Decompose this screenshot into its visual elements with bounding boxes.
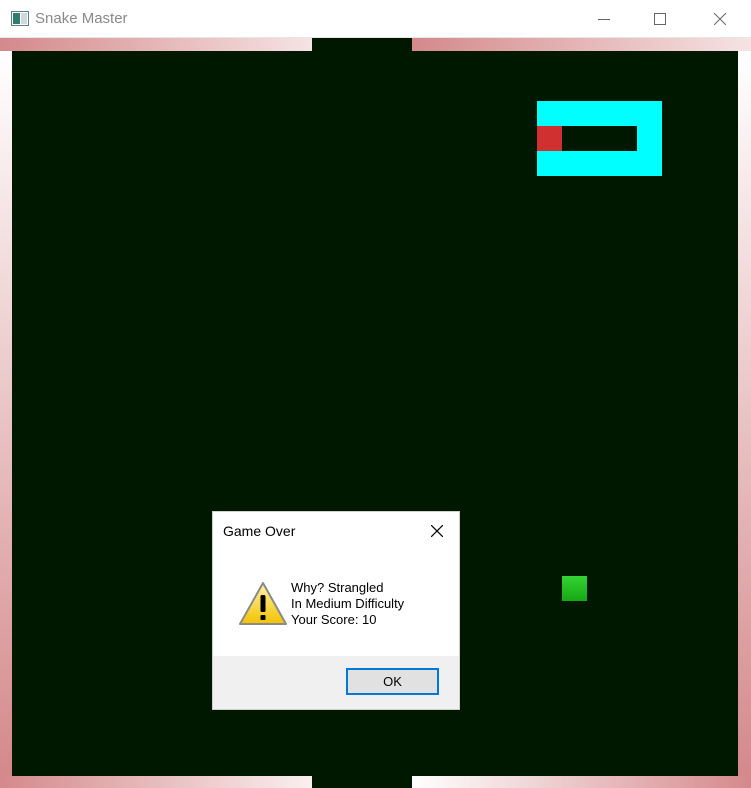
dialog-close-button[interactable]	[423, 520, 451, 542]
minimize-icon	[598, 19, 610, 20]
wall-bottom-right	[412, 776, 751, 788]
maximize-button[interactable]	[637, 0, 683, 38]
ok-button[interactable]: OK	[346, 668, 439, 695]
maximize-icon	[654, 13, 666, 25]
playfield-gap-bottom	[312, 776, 412, 788]
food-pellet	[562, 576, 587, 601]
message-line-reason: Why? Strangled	[291, 580, 384, 595]
snake-body	[537, 101, 662, 126]
close-button[interactable]	[697, 0, 743, 38]
minimize-button[interactable]	[581, 0, 627, 38]
message-line-score: Your Score: 10	[291, 612, 377, 627]
close-icon	[431, 525, 443, 537]
app-window-icon	[11, 11, 29, 26]
playfield-gap-top	[312, 38, 412, 51]
dialog-footer: OK	[213, 656, 459, 709]
snake-body	[537, 151, 662, 176]
dialog-title: Game Over	[223, 523, 296, 539]
game-over-dialog: Game Over Why? Strangled In Medium Diffi…	[213, 512, 459, 709]
wall-bottom-left	[0, 776, 312, 788]
dialog-message: Why? Strangled In Medium Difficulty Your…	[291, 580, 404, 628]
wall-right	[738, 51, 751, 776]
snake-body	[637, 126, 662, 151]
close-icon	[714, 13, 726, 25]
title-bar: Snake Master	[0, 0, 751, 38]
snake-head	[537, 126, 562, 151]
window-title: Snake Master	[35, 10, 128, 27]
warning-icon	[238, 581, 288, 627]
wall-top-left	[0, 38, 312, 51]
wall-left	[0, 51, 12, 776]
message-line-difficulty: In Medium Difficulty	[291, 596, 405, 611]
wall-top-right	[412, 38, 751, 51]
